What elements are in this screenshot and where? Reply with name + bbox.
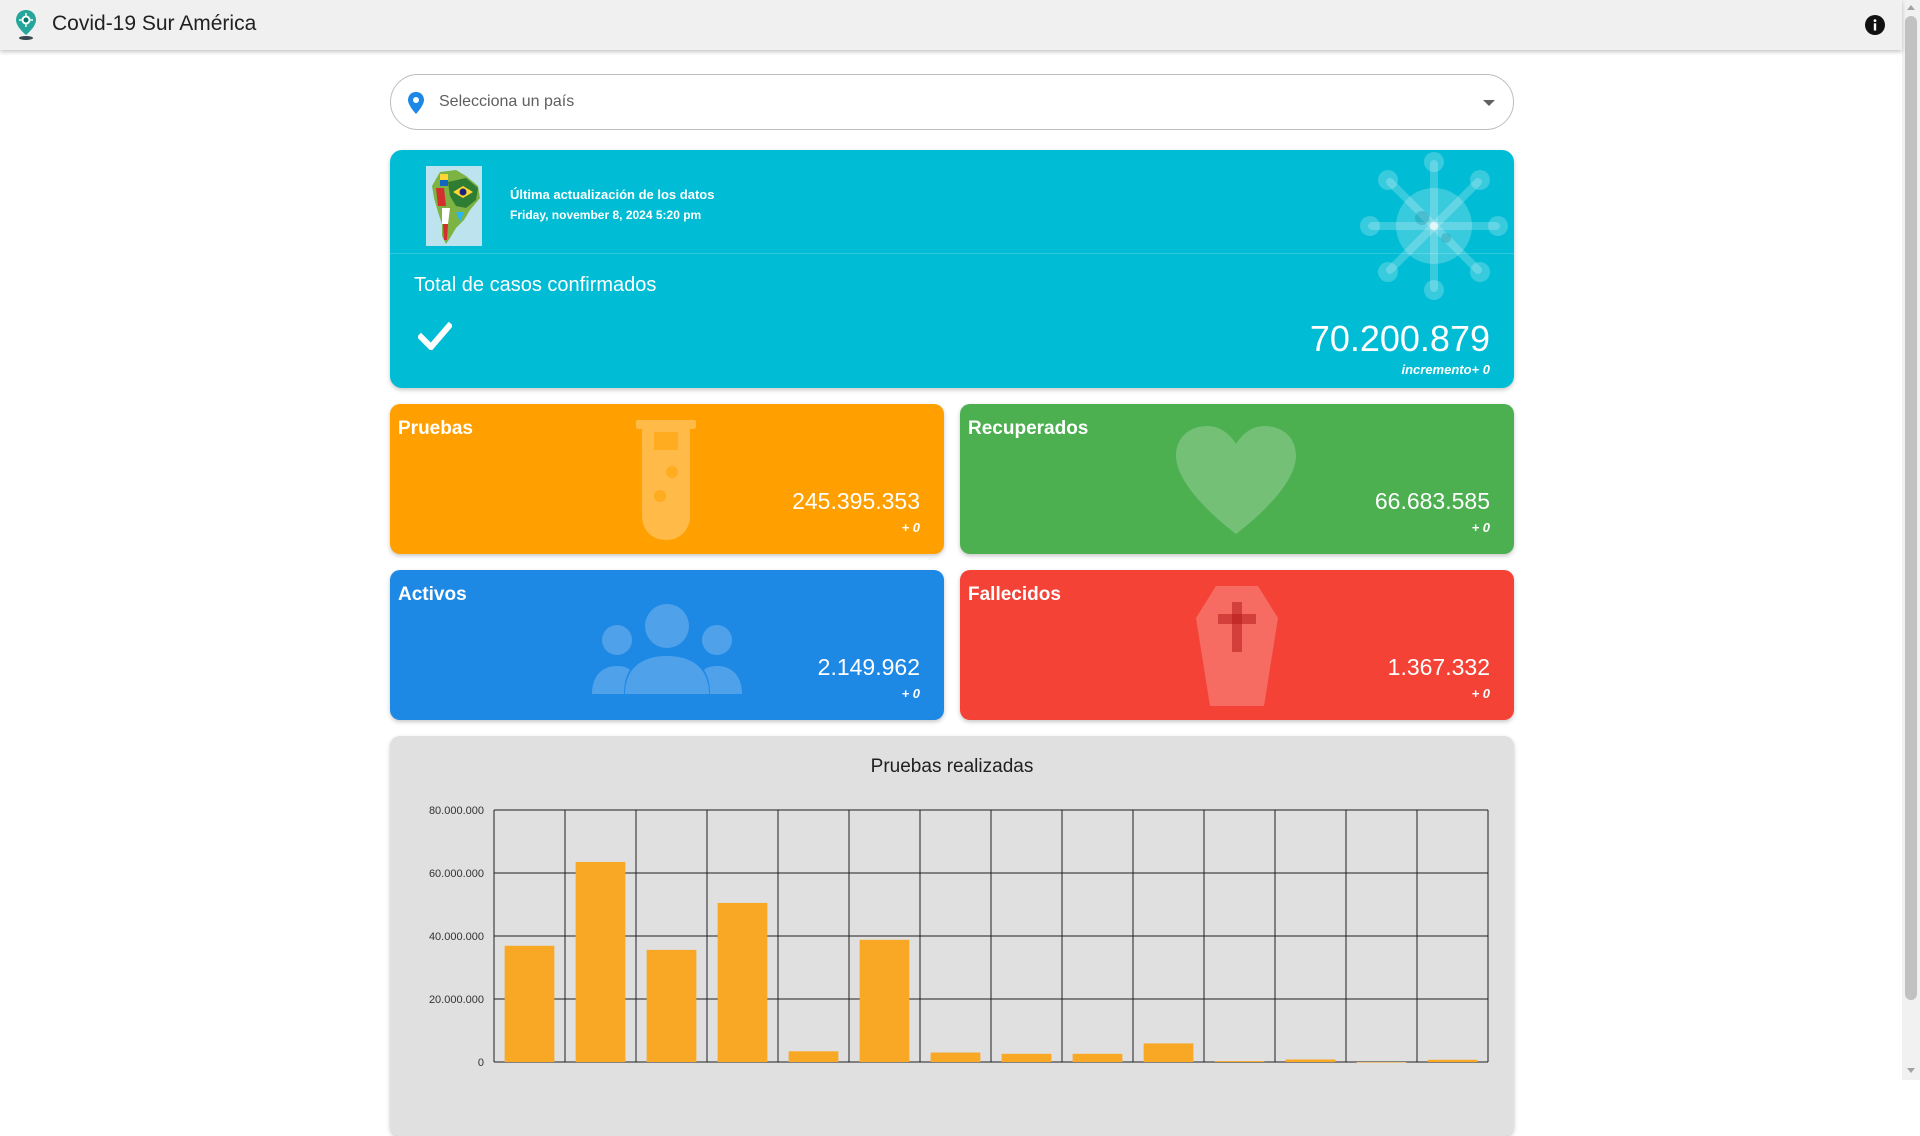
confirmed-cases-increment: incremento+ 0 — [1401, 362, 1490, 377]
recovered-title: Recuperados — [968, 418, 1089, 439]
info-icon[interactable] — [1864, 14, 1886, 36]
last-update-label: Última actualización de los datos — [510, 187, 715, 202]
chart-bar — [646, 949, 697, 1062]
deaths-card: Fallecidos 1.367.332 + 0 — [960, 570, 1514, 720]
recovered-value: 66.683.585 — [1374, 488, 1490, 514]
page-scrollbar[interactable] — [1902, 0, 1920, 1080]
scroll-up-arrow-icon[interactable] — [1907, 5, 1915, 10]
scrollbar-thumb[interactable] — [1905, 16, 1917, 1000]
south-america-flag-map — [426, 166, 482, 246]
chart-bar — [1356, 1062, 1407, 1063]
heart-icon — [1176, 426, 1296, 534]
caret-down-icon[interactable] — [1483, 100, 1495, 106]
active-value: 2.149.962 — [817, 654, 920, 680]
last-update-date: Friday, november 8, 2024 5:20 pm — [510, 208, 702, 222]
tests-card: Pruebas 245.395.353 + 0 — [390, 404, 944, 554]
tests-bar-chart: 0 20.000.000 40.000.000 60.000.000 80.000.00… — [429, 805, 1489, 1069]
check-icon — [418, 322, 452, 350]
chart-bar — [1072, 1053, 1123, 1062]
chart-y-tick-label: 0 — [478, 1057, 484, 1069]
chart-bar — [717, 902, 768, 1062]
card-divider — [390, 253, 1514, 254]
chart-y-tick-label: 80.000.000 — [429, 805, 484, 817]
chart-bar — [1143, 1043, 1194, 1062]
coffin-icon — [1196, 586, 1278, 706]
chart-bar — [575, 861, 626, 1062]
active-increment: + 0 — [901, 686, 920, 701]
virus-pin-icon — [16, 10, 36, 40]
chart-y-tick-label: 40.000.000 — [429, 931, 484, 943]
map-pin-icon — [408, 92, 424, 114]
chart-y-tick-label: 60.000.000 — [429, 868, 484, 880]
confirmed-cases-title: Total de casos confirmados — [414, 274, 657, 296]
chart-bar — [930, 1052, 981, 1062]
confirmed-cases-card: Última actualización de los datos Friday… — [390, 150, 1514, 388]
app-bar: Covid-19 Sur América — [0, 0, 1902, 50]
country-select-placeholder: Selecciona un país — [439, 93, 575, 110]
country-select[interactable]: Selecciona un país — [390, 74, 1514, 130]
people-group-icon — [592, 604, 742, 694]
deaths-increment: + 0 — [1471, 686, 1490, 701]
chart-bar — [504, 945, 555, 1062]
recovered-card: Recuperados 66.683.585 + 0 — [960, 404, 1514, 554]
virus-icon — [1360, 152, 1508, 300]
chart-bar — [1214, 1061, 1265, 1062]
deaths-value: 1.367.332 — [1387, 654, 1490, 680]
tests-title: Pruebas — [398, 418, 473, 439]
recovered-increment: + 0 — [1471, 520, 1490, 535]
confirmed-cases-value: 70.200.879 — [1309, 318, 1490, 359]
active-title: Activos — [398, 584, 467, 605]
tests-increment: + 0 — [901, 520, 920, 535]
tests-value: 245.395.353 — [792, 488, 920, 514]
chart-bar — [1285, 1059, 1336, 1062]
tests-chart-card: Pruebas realizadas 0 20.000.000 40.000.000… — [390, 736, 1514, 1136]
app-title: Covid-19 Sur América — [52, 12, 257, 35]
chart-bar — [1001, 1053, 1052, 1062]
chart-bar — [788, 1051, 839, 1062]
scroll-down-arrow-icon[interactable] — [1907, 1068, 1915, 1073]
chart-bar — [1427, 1059, 1478, 1062]
chart-y-tick-label: 20.000.000 — [429, 994, 484, 1006]
deaths-title: Fallecidos — [968, 584, 1061, 605]
test-tube-icon — [636, 420, 696, 540]
active-card: Activos 2.149.962 + 0 — [390, 570, 944, 720]
chart-bar — [859, 939, 910, 1062]
